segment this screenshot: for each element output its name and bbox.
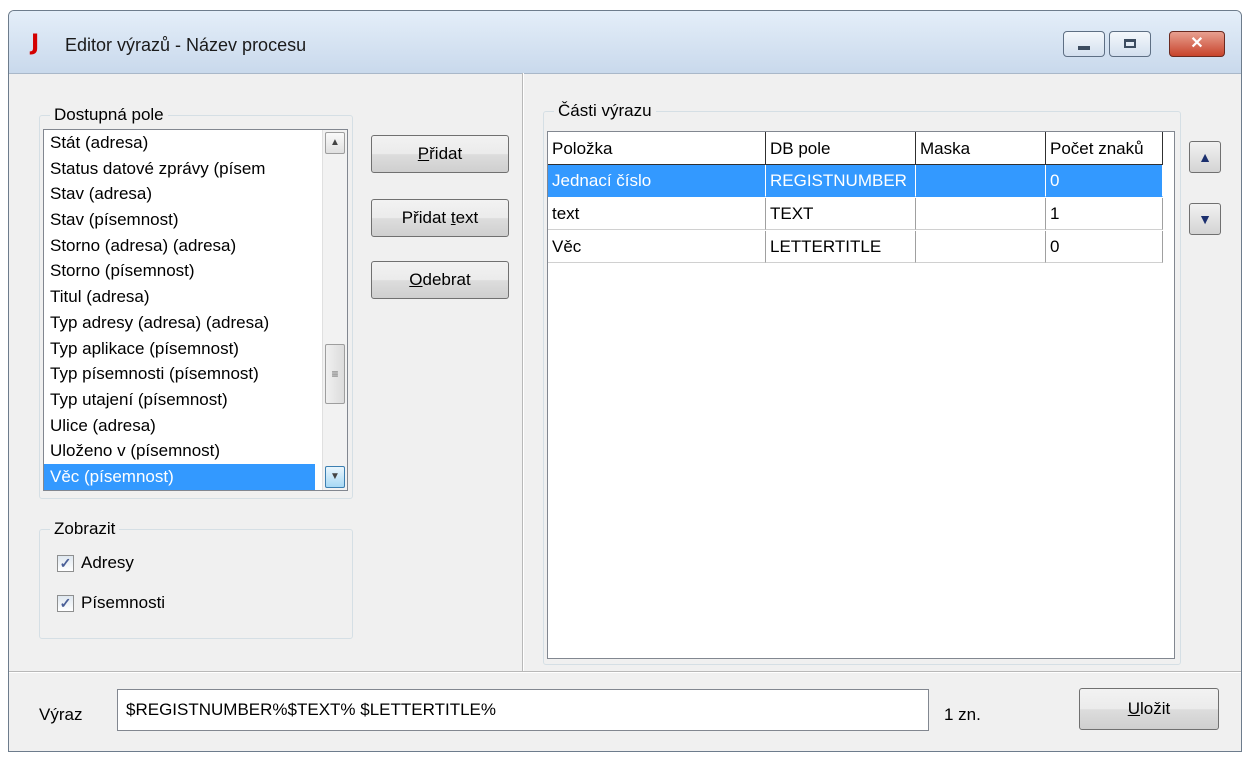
expression-input[interactable] (117, 689, 929, 731)
show-legend: Zobrazit (54, 519, 116, 538)
add-text-label-end: ext (455, 208, 479, 227)
list-item[interactable]: Storno (adresa) (adresa) (44, 233, 315, 259)
grip-icon: ≡ (331, 367, 339, 381)
save-button-mnemonic: U (1127, 699, 1141, 718)
save-button-label: ložit (1140, 699, 1171, 718)
cell-db-field[interactable]: TEXT (766, 198, 916, 230)
panel-divider (522, 73, 523, 671)
cell-db-field[interactable]: LETTERTITLE (766, 231, 916, 263)
move-down-button[interactable]: ▼ (1189, 203, 1221, 235)
cell-item[interactable]: text (548, 198, 766, 230)
available-fields-legend: Dostupná pole (54, 105, 164, 124)
table-row[interactable]: text TEXT 1 (548, 198, 1163, 231)
move-up-button[interactable]: ▲ (1189, 141, 1221, 173)
close-icon: ✕ (1190, 35, 1204, 52)
chevron-up-icon: ▲ (330, 137, 340, 148)
grid-header: Položka DB pole Maska Počet znaků (548, 132, 1163, 165)
remove-button-mnemonic: O (409, 270, 423, 289)
checkmark-icon: ✓ (59, 595, 72, 611)
cell-item[interactable]: Jednací číslo (548, 165, 766, 197)
list-item[interactable]: Stát (adresa) (44, 130, 315, 156)
maximize-icon (1124, 39, 1136, 48)
arrow-down-icon: ▼ (1198, 211, 1212, 227)
expression-editor-window: J Editor výrazů - Název procesu ✕ Dostup… (8, 10, 1242, 752)
character-count: 1 zn. (944, 705, 981, 724)
remove-button[interactable]: Odebrat (371, 261, 509, 299)
list-item[interactable]: Stav (písemnost) (44, 207, 315, 233)
add-text-label-start: Přidat (401, 208, 451, 227)
scroll-down-button[interactable]: ▼ (325, 466, 345, 488)
expression-parts-grid[interactable]: Položka DB pole Maska Počet znaků Jednac… (547, 131, 1175, 659)
save-button[interactable]: Uložit (1079, 688, 1219, 730)
column-header-db-field[interactable]: DB pole (766, 132, 916, 165)
chevron-down-icon: ▼ (330, 471, 340, 482)
list-item[interactable]: Stav (adresa) (44, 181, 315, 207)
documents-label[interactable]: Písemnosti (81, 593, 165, 613)
bottom-divider (9, 671, 1241, 672)
remove-button-label: debrat (422, 270, 471, 289)
scroll-thumb[interactable]: ≡ (325, 344, 345, 404)
add-button-mnemonic: P (417, 144, 430, 163)
cell-mask[interactable] (916, 165, 1046, 197)
list-item[interactable]: Typ utajení (písemnost) (44, 387, 315, 413)
add-button[interactable]: Přidat (371, 135, 509, 173)
available-fields-list[interactable]: Stát (adresa) Status datové zprávy (písem… (43, 129, 348, 491)
cell-db-field[interactable]: REGISTNUMBER (766, 165, 916, 197)
table-row[interactable]: Věc LETTERTITLE 0 (548, 231, 1163, 264)
list-item[interactable]: Ulice (adresa) (44, 413, 315, 439)
cell-char-count[interactable]: 0 (1046, 231, 1163, 263)
cell-item[interactable]: Věc (548, 231, 766, 263)
column-header-mask[interactable]: Maska (916, 132, 1046, 165)
cell-mask[interactable] (916, 198, 1046, 230)
app-logo-icon: J (31, 31, 40, 56)
column-header-item[interactable]: Položka (548, 132, 766, 165)
list-item[interactable]: Status datové zprávy (písem (44, 156, 315, 182)
list-item[interactable]: Uloženo v (písemnost) (44, 438, 315, 464)
add-button-label: řidat (429, 144, 463, 163)
list-item[interactable]: Typ aplikace (písemnost) (44, 336, 315, 362)
addresses-label[interactable]: Adresy (81, 553, 134, 573)
cell-char-count[interactable]: 0 (1046, 165, 1163, 197)
minimize-button[interactable] (1063, 31, 1105, 57)
list-item[interactable]: Věc (písemnost) (44, 463, 315, 490)
scroll-up-button[interactable]: ▲ (325, 132, 345, 154)
window-title: Editor výrazů - Název procesu (65, 35, 307, 55)
list-item[interactable]: Titul (adresa) (44, 284, 315, 310)
title-bar[interactable]: J Editor výrazů - Název procesu ✕ (9, 11, 1241, 74)
add-text-button[interactable]: Přidat text (371, 199, 509, 237)
table-row[interactable]: Jednací číslo REGISTNUMBER 0 (548, 165, 1163, 198)
documents-checkbox[interactable]: ✓ (57, 595, 74, 612)
arrow-up-icon: ▲ (1198, 149, 1212, 165)
list-item[interactable]: Typ adresy (adresa) (adresa) (44, 310, 315, 336)
expression-parts-legend: Části výrazu (558, 101, 652, 120)
minimize-icon (1078, 46, 1090, 50)
addresses-checkbox[interactable]: ✓ (57, 555, 74, 572)
cell-char-count[interactable]: 1 (1046, 198, 1163, 230)
close-button[interactable]: ✕ (1169, 31, 1225, 57)
expression-label: Výraz (39, 705, 83, 724)
list-item[interactable]: Storno (písemnost) (44, 258, 315, 284)
list-scrollbar[interactable]: ▲ ≡ ▼ (322, 130, 347, 490)
cell-mask[interactable] (916, 231, 1046, 263)
maximize-button[interactable] (1109, 31, 1151, 57)
checkmark-icon: ✓ (59, 555, 72, 571)
show-group: Zobrazit (39, 519, 353, 639)
list-item[interactable]: Typ písemnosti (písemnost) (44, 361, 315, 387)
column-header-char-count[interactable]: Počet znaků (1046, 132, 1163, 165)
